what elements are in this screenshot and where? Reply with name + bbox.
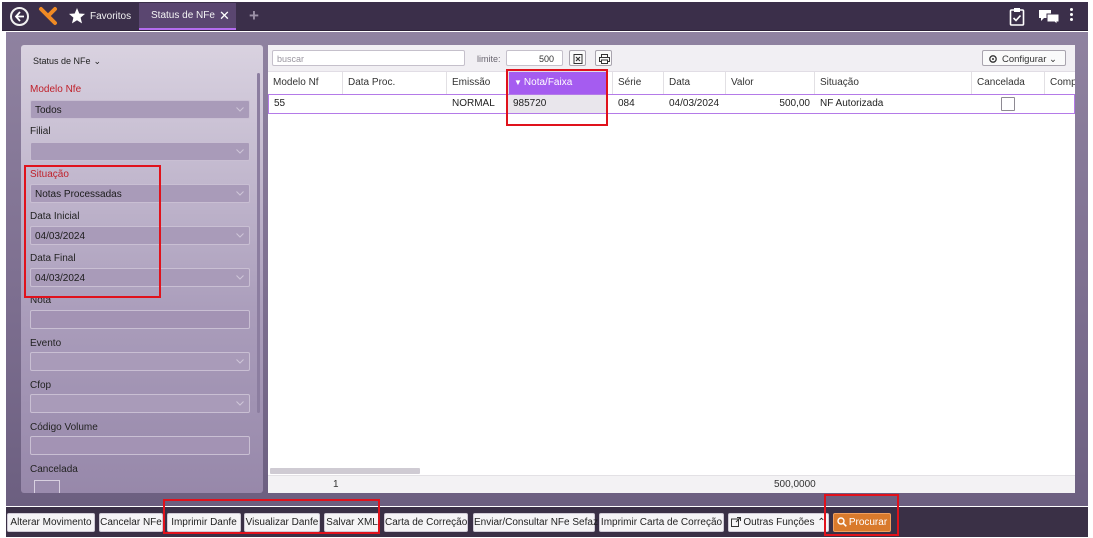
star-icon[interactable] <box>68 7 86 28</box>
print-icon <box>599 54 610 64</box>
filial-label: Filial <box>30 126 51 137</box>
table-row[interactable]: 55 NORMAL 985720 084 04/03/2024 500,00 N… <box>268 94 1075 114</box>
table-footer: 1 500,0000 <box>268 475 1075 493</box>
annotation-box-danfe-buttons <box>163 499 380 534</box>
back-icon[interactable] <box>10 7 29 26</box>
chevron-down-icon: ⌄ <box>93 56 102 66</box>
codigo-volume-label: Código Volume <box>30 422 98 433</box>
clipboard-icon[interactable] <box>1009 7 1025 29</box>
chevron-down-icon <box>236 107 244 112</box>
cell-data-proc <box>343 95 447 113</box>
outras-funcoes-button[interactable]: Outras Funções ⌃ <box>728 513 829 532</box>
carta-correcao-button[interactable]: Carta de Correção <box>384 513 468 532</box>
tab-status-nfe[interactable]: Status de NFe ✕ <box>139 3 236 30</box>
tab-label: Status de NFe <box>151 10 215 21</box>
close-icon[interactable]: ✕ <box>219 9 230 22</box>
col-valor[interactable]: Valor <box>725 72 814 94</box>
col-data-proc[interactable]: Data Proc. <box>342 72 446 94</box>
external-link-icon <box>731 517 742 527</box>
imprimir-carta-correcao-button[interactable]: Imprimir Carta de Correção <box>599 513 724 532</box>
cell-situacao: NF Autorizada <box>820 98 884 109</box>
cfop-select[interactable] <box>30 394 250 413</box>
nota-input[interactable] <box>30 310 250 329</box>
configure-button[interactable]: Configurar ⌄ <box>982 50 1066 66</box>
excel-export-button[interactable] <box>569 50 586 66</box>
col-emissao[interactable]: Emissão <box>446 72 507 94</box>
gear-icon <box>989 55 997 63</box>
col-comp[interactable]: Comp <box>1044 72 1075 94</box>
chevron-down-icon <box>236 359 244 364</box>
chevron-down-icon <box>236 275 244 280</box>
horizontal-scrollbar[interactable] <box>270 468 420 474</box>
chevron-down-icon <box>236 191 244 196</box>
cancelada-label: Cancelada <box>30 464 78 475</box>
excel-icon <box>573 54 583 64</box>
evento-select[interactable] <box>30 352 250 371</box>
annotation-box-procurar <box>824 494 899 536</box>
favorites-label[interactable]: Favoritos <box>90 11 131 22</box>
cell-valor: 500,00 <box>779 98 810 109</box>
chevron-down-icon <box>236 233 244 238</box>
cell-serie: 084 <box>618 98 635 109</box>
col-situacao[interactable]: Situação <box>814 72 971 94</box>
search-input[interactable]: buscar <box>272 50 465 66</box>
cancelada-checkbox[interactable] <box>34 480 60 493</box>
table-header: Modelo Nf Data Proc. Emissão ▼ Nota/Faixa… <box>268 72 1075 94</box>
print-button[interactable] <box>595 50 612 66</box>
chat-icon[interactable] <box>1038 9 1060 28</box>
cfop-label: Cfop <box>30 380 52 391</box>
cell-emissao: NORMAL <box>452 98 495 109</box>
limit-label: limite: <box>477 54 501 64</box>
cancelar-nfe-button[interactable]: Cancelar NFe <box>99 513 163 532</box>
cell-modelo-nf: 55 <box>274 98 286 109</box>
alterar-movimento-button[interactable]: Alterar Movimento <box>7 513 95 532</box>
sidebar-scrollbar[interactable] <box>257 73 260 413</box>
enviar-consultar-sefaz-button[interactable]: Enviar/Consultar NFe Sefaz <box>473 513 598 532</box>
chevron-down-icon <box>236 401 244 406</box>
chevron-down-icon <box>236 149 244 154</box>
sidebar-title[interactable]: Status de NFe ⌄ <box>30 56 101 67</box>
col-cancelada[interactable]: Cancelada <box>971 72 1044 94</box>
plus-icon[interactable]: + <box>249 7 259 24</box>
results-panel: buscar limite: 500 Configurar ⌄ Modelo N… <box>268 45 1075 493</box>
cell-cancelada-checkbox[interactable] <box>1001 97 1015 111</box>
modelo-nfe-select[interactable]: Todos <box>30 100 250 119</box>
codigo-volume-input[interactable] <box>30 436 250 455</box>
col-modelo-nf[interactable]: Modelo Nf <box>268 72 342 94</box>
logo-icon <box>38 6 58 29</box>
more-icon[interactable] <box>1070 8 1073 23</box>
col-data[interactable]: Data <box>663 72 725 94</box>
evento-label: Evento <box>30 338 62 349</box>
annotation-box-nota <box>506 69 608 126</box>
footer-total-valor: 500,0000 <box>774 479 816 490</box>
annotation-box-filters <box>24 165 161 298</box>
col-serie[interactable]: Série <box>612 72 663 94</box>
limit-input[interactable]: 500 <box>506 50 563 66</box>
modelo-nfe-label: Modelo Nfe <box>30 84 82 95</box>
app-window: Favoritos Status de NFe ✕ + Status de NF… <box>0 0 1093 538</box>
cell-data: 04/03/2024 <box>669 98 720 109</box>
filial-select[interactable] <box>30 142 250 161</box>
grid-toolbar: buscar limite: 500 Configurar ⌄ <box>268 45 1075 72</box>
top-bar: Favoritos Status de NFe ✕ + <box>2 2 1088 31</box>
footer-count: 1 <box>333 479 339 490</box>
